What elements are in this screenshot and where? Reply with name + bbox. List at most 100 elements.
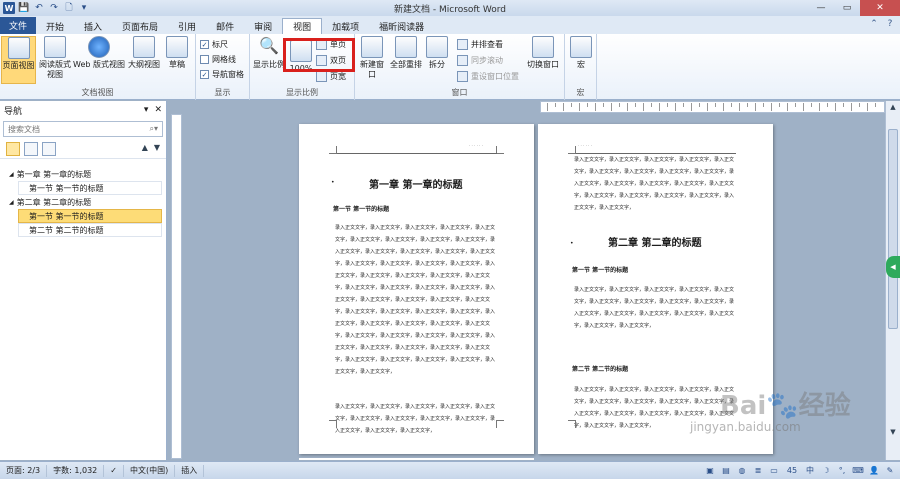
- body-paragraph[interactable]: 录入正文文字，录入正文文字，录入正文文字，录入正文文字，录入正文文字，录入正文文…: [574, 154, 739, 214]
- view-draft-icon[interactable]: ▭: [768, 465, 780, 477]
- status-page[interactable]: 页面: 2/3: [0, 464, 48, 477]
- maximize-button[interactable]: ▭: [834, 0, 860, 16]
- macros-button[interactable]: 宏: [569, 36, 593, 70]
- headings-view-icon[interactable]: [6, 141, 20, 156]
- view-print-layout-icon[interactable]: ▣: [704, 465, 716, 477]
- body-paragraph[interactable]: 录入正文文字，录入正文文字，录入正文文字，录入正文文字，录入正文文字，录入正文文…: [574, 284, 739, 332]
- section-heading[interactable]: 第一节 第一节的标题: [572, 265, 628, 274]
- search-icon[interactable]: ⌕▾: [150, 124, 159, 134]
- group-zoom: 🔍 显示比例 100% 单页 双页 页宽 显示比例: [250, 34, 355, 100]
- collapse-icon[interactable]: ◢: [9, 171, 14, 178]
- split-button[interactable]: 拆分: [425, 36, 449, 70]
- group-show: ✓ 标尺 网格线 ✓ 导航窗格 显示: [196, 34, 250, 100]
- view-outline-icon[interactable]: ≣: [752, 465, 764, 477]
- tab-view[interactable]: 视图: [282, 18, 323, 34]
- ruler-tick: [819, 103, 820, 111]
- zoom-level[interactable]: 45: [784, 465, 800, 477]
- minimize-ribbon-icon[interactable]: ⌃: [868, 18, 880, 30]
- ime-keyboard-icon[interactable]: ⌨: [852, 465, 864, 477]
- page-width-button[interactable]: 页宽: [316, 70, 346, 82]
- side-badge-icon[interactable]: ◀: [886, 256, 900, 278]
- horizontal-ruler[interactable]: [540, 101, 885, 113]
- close-button[interactable]: ✕: [860, 0, 900, 16]
- two-pages-button[interactable]: 双页: [316, 54, 346, 66]
- chapter-heading[interactable]: 第一章 第一章的标题: [369, 176, 462, 191]
- word-app-icon[interactable]: W: [3, 2, 15, 14]
- ruler-checkbox[interactable]: ✓ 标尺: [200, 38, 228, 50]
- status-insert-mode[interactable]: 插入: [175, 464, 205, 477]
- undo-icon[interactable]: ↶: [33, 2, 45, 14]
- new-window-button[interactable]: 新建窗口: [357, 36, 387, 80]
- section-heading[interactable]: 第一节 第一节的标题: [333, 204, 389, 213]
- ime-settings-icon[interactable]: ✎: [884, 465, 896, 477]
- proofing-icon[interactable]: ✓: [104, 464, 124, 477]
- save-icon[interactable]: 💾: [18, 2, 30, 14]
- minimize-button[interactable]: —: [808, 0, 834, 16]
- two-pages-icon: [316, 54, 327, 66]
- help-icon[interactable]: ?: [884, 18, 896, 30]
- collapse-icon[interactable]: ◢: [9, 199, 14, 206]
- ruler-tick: [675, 103, 676, 111]
- vertical-ruler[interactable]: [171, 114, 182, 459]
- view-reading-icon[interactable]: ▤: [720, 465, 732, 477]
- print-preview-icon[interactable]: 🗋: [63, 2, 75, 14]
- ruler-tick: [811, 103, 812, 107]
- ime-zh-icon[interactable]: 中: [804, 465, 816, 477]
- results-view-icon[interactable]: [42, 141, 56, 156]
- view-web-icon[interactable]: ◍: [736, 465, 748, 477]
- ruler-tick: [563, 103, 564, 111]
- tab-page-layout[interactable]: 页面布局: [112, 18, 168, 34]
- tab-home[interactable]: 开始: [36, 18, 74, 34]
- group-label-show: 显示: [214, 88, 231, 97]
- tree-item-selected[interactable]: 第一节 第一节的标题: [18, 209, 162, 223]
- vertical-scrollbar[interactable]: ▲ ▼: [885, 101, 900, 460]
- scroll-thumb[interactable]: [888, 129, 898, 329]
- tree-item[interactable]: 第一节 第一节的标题: [18, 181, 162, 195]
- side-by-side-button[interactable]: 并排查看: [457, 38, 503, 50]
- nav-search-input[interactable]: 搜索文档 ⌕▾: [3, 121, 163, 137]
- tab-insert[interactable]: 插入: [74, 18, 112, 34]
- body-paragraph[interactable]: 录入正文文字，录入正文文字，录入正文文字，录入正文文字，录入正文文字，录入正文文…: [335, 401, 500, 437]
- customize-toolbar-icon[interactable]: ▾: [78, 2, 90, 14]
- tree-item[interactable]: ◢ 第二章 第二章的标题: [4, 195, 162, 209]
- zoom-button[interactable]: 🔍 显示比例: [252, 36, 286, 70]
- nav-close-icon[interactable]: ✕: [154, 105, 162, 115]
- tab-addins[interactable]: 加载项: [322, 18, 369, 34]
- tab-file[interactable]: 文件: [0, 17, 36, 34]
- reading-layout-button[interactable]: 阅读版式 视图: [38, 36, 72, 80]
- status-language[interactable]: 中文(中国): [124, 464, 176, 477]
- tab-mailings[interactable]: 邮件: [206, 18, 244, 34]
- tab-review[interactable]: 审阅: [244, 18, 282, 34]
- status-word-count[interactable]: 字数: 1,032: [47, 464, 105, 477]
- reset-window-position-button[interactable]: 重设窗口位置: [457, 70, 519, 82]
- arrange-all-button[interactable]: 全部重排: [389, 36, 423, 70]
- section-heading[interactable]: 第二节 第二节的标题: [572, 364, 628, 373]
- outline-view-button[interactable]: 大纲视图: [127, 36, 161, 70]
- nav-options-icon[interactable]: ▾: [144, 105, 149, 115]
- gridlines-checkbox[interactable]: 网格线: [200, 53, 236, 65]
- tree-item[interactable]: ◢ 第一章 第一章的标题: [4, 167, 162, 181]
- nav-pane-checkbox[interactable]: ✓ 导航窗格: [200, 68, 244, 80]
- switch-windows-button[interactable]: 切换窗口: [525, 36, 561, 70]
- one-page-button[interactable]: 单页: [316, 38, 346, 50]
- tab-references[interactable]: 引用: [168, 18, 206, 34]
- chapter-heading[interactable]: 第二章 第二章的标题: [608, 234, 701, 249]
- tree-item[interactable]: 第二节 第二节的标题: [18, 223, 162, 237]
- pages-view-icon[interactable]: [24, 141, 38, 156]
- ime-punct-icon[interactable]: °,: [836, 465, 848, 477]
- header-text: · · · · · ·: [469, 143, 483, 148]
- scroll-down-icon[interactable]: ▼: [887, 428, 899, 438]
- scroll-up-icon[interactable]: ▲: [887, 103, 899, 113]
- draft-view-button[interactable]: 草稿: [164, 36, 190, 70]
- sync-scroll-button[interactable]: 同步滚动: [457, 54, 503, 66]
- redo-icon[interactable]: ↷: [48, 2, 60, 14]
- page-view-button[interactable]: 页面视图: [1, 36, 36, 84]
- next-heading-icon[interactable]: ▼: [154, 143, 160, 152]
- body-paragraph[interactable]: 录入正文文字，录入正文文字，录入正文文字，录入正文文字，录入正文文字，录入正文文…: [335, 222, 500, 378]
- tab-foxit-reader[interactable]: 福昕阅读器: [369, 18, 434, 34]
- web-layout-button[interactable]: Web 版式视图: [73, 36, 125, 70]
- ime-moon-icon[interactable]: ☽: [820, 465, 832, 477]
- previous-heading-icon[interactable]: ▲: [142, 143, 148, 152]
- zoom-100-button[interactable]: 100%: [288, 40, 314, 74]
- ime-user-icon[interactable]: 👤: [868, 465, 880, 477]
